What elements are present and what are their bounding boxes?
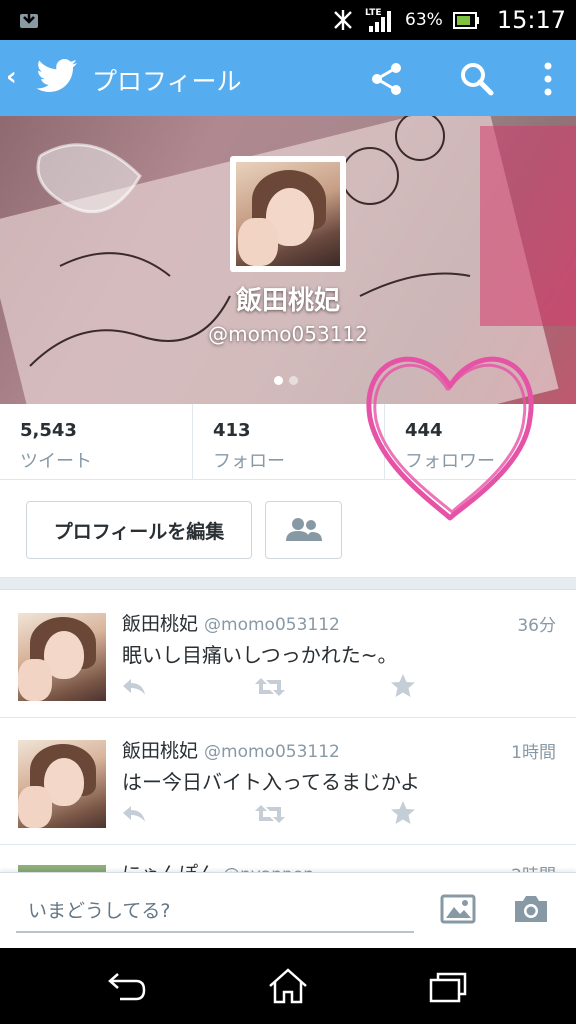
profile-avatar-photo — [236, 162, 340, 266]
profile-actions: プロフィールを編集 — [0, 480, 576, 578]
retweet-icon[interactable] — [254, 675, 286, 699]
twitter-bird-icon[interactable] — [36, 58, 78, 96]
nav-recent-apps-icon[interactable] — [428, 970, 468, 1004]
vibrate-icon — [334, 10, 352, 30]
stat-tweets[interactable]: 5,543 ツイート — [0, 404, 192, 480]
tweet-time: 36分 — [517, 616, 556, 636]
compose-input[interactable] — [16, 891, 414, 933]
page-dot-active — [274, 376, 283, 385]
edit-profile-button[interactable]: プロフィールを編集 — [26, 501, 252, 559]
tweet-header: 飯田桃妃 @momo053112 — [122, 609, 556, 635]
status-right: LTE 63% 15:17 — [331, 0, 566, 40]
reply-icon[interactable] — [120, 675, 148, 699]
people-icon — [285, 517, 322, 541]
clock: 15:17 — [496, 6, 566, 34]
retweet-icon[interactable] — [254, 802, 286, 826]
nav-home-icon[interactable] — [266, 966, 310, 1006]
stat-followers[interactable]: 444 フォロワー — [384, 404, 576, 480]
profile-header: 飯田桃妃 @momo053112 — [0, 116, 576, 404]
reply-icon[interactable] — [120, 802, 148, 826]
tweet-avatar[interactable] — [18, 740, 106, 828]
nav-back-icon[interactable] — [104, 970, 148, 1004]
stat-following[interactable]: 413 フォロー — [192, 404, 384, 480]
download-icon — [20, 10, 38, 28]
battery-percent: 63% — [405, 10, 443, 30]
overflow-menu-icon[interactable] — [538, 60, 558, 98]
share-icon[interactable] — [368, 60, 406, 98]
back-icon[interactable]: ‹ — [6, 62, 17, 92]
stat-following-count: 413 — [213, 420, 251, 441]
action-bar: ‹ プロフィール — [0, 40, 576, 116]
battery-icon — [452, 12, 479, 29]
favorite-star-icon[interactable] — [390, 673, 416, 699]
profile-handle: @momo053112 — [208, 322, 368, 346]
compose-bar — [0, 872, 576, 948]
tweet-avatar[interactable] — [18, 613, 106, 701]
tweet-text: 眠いし目痛いしつっかれた~。 — [122, 643, 398, 667]
profile-name: 飯田桃妃 — [235, 286, 340, 316]
tweet-author-handle: @momo053112 — [204, 742, 340, 762]
tweet-time: 1時間 — [511, 743, 556, 763]
stat-followers-label: フォロワー — [405, 451, 495, 472]
stat-followers-count: 444 — [405, 420, 443, 441]
status-bar: LTE 63% 15:17 — [0, 0, 576, 40]
header-page-indicator — [274, 376, 298, 385]
tweet-header: 飯田桃妃 @momo053112 — [122, 736, 556, 762]
image-icon[interactable] — [440, 893, 476, 925]
profile-stats: 5,543 ツイート 413 フォロー 444 フォロワー — [0, 404, 576, 480]
tweet-text: はー今日バイト入ってるまじかよ — [122, 770, 420, 794]
section-divider — [0, 578, 576, 590]
search-icon[interactable] — [458, 60, 496, 98]
app-screen: LTE 63% 15:17 ‹ プロフィール 飯田桃妃 @momo053112 … — [0, 0, 576, 1024]
tweet-list: 飯田桃妃 @momo053112 36分 眠いし目痛いしつっかれた~。 飯田桃妃 @… — [0, 591, 576, 885]
stat-following-label: フォロー — [213, 451, 285, 472]
tweet-author-name: 飯田桃妃 — [122, 613, 199, 635]
page-title: プロフィール — [92, 67, 242, 96]
svg-text:LTE: LTE — [365, 8, 382, 18]
people-button[interactable] — [265, 501, 342, 559]
signal-icon: LTE — [365, 8, 392, 32]
stat-tweets-label: ツイート — [20, 451, 92, 472]
tweet-item[interactable]: 飯田桃妃 @momo053112 36分 眠いし目痛いしつっかれた~。 — [0, 591, 576, 718]
navigation-bar — [0, 948, 576, 1024]
stat-tweets-count: 5,543 — [20, 420, 77, 441]
tweet-item[interactable]: 飯田桃妃 @momo053112 1時間 はー今日バイト入ってるまじかよ — [0, 718, 576, 845]
camera-icon[interactable] — [512, 893, 550, 925]
page-dot — [289, 376, 298, 385]
tweet-author-handle: @momo053112 — [204, 615, 340, 635]
favorite-star-icon[interactable] — [390, 800, 416, 826]
tweet-author-name: 飯田桃妃 — [122, 740, 199, 762]
profile-avatar[interactable] — [230, 156, 346, 272]
